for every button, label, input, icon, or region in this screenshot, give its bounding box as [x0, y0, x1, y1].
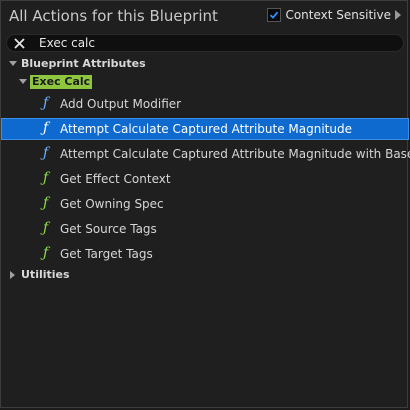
- search-box: [6, 34, 404, 52]
- chevron-right-icon[interactable]: [395, 10, 401, 20]
- category-row-blueprint-attributes[interactable]: Blueprint Attributes: [1, 56, 409, 72]
- category-label: Blueprint Attributes: [21, 57, 146, 70]
- action-menu-panel: All Actions for this Blueprint Context S…: [0, 0, 410, 408]
- list-item-label: Get Owning Spec: [60, 197, 164, 211]
- list-item[interactable]: ƒ Get Owning Spec: [1, 193, 409, 215]
- list-item-label: Attempt Calculate Captured Attribute Mag…: [60, 147, 410, 161]
- context-sensitive-checkbox[interactable]: [267, 8, 282, 22]
- function-icon: ƒ: [43, 220, 49, 236]
- function-icon: ƒ: [43, 95, 49, 111]
- close-icon[interactable]: [13, 37, 26, 50]
- checkmark-icon: [270, 11, 279, 19]
- action-menu-title: All Actions for this Blueprint: [9, 7, 218, 25]
- list-item-label: Add Output Modifier: [60, 97, 182, 111]
- caret-down-icon[interactable]: [19, 79, 27, 84]
- list-item[interactable]: ƒ Get Target Tags: [1, 243, 409, 265]
- subcategory-row-exec-calc[interactable]: Exec Calc: [1, 74, 409, 90]
- list-item[interactable]: ƒ Get Source Tags: [1, 218, 409, 240]
- subcategory-label: Exec Calc: [30, 75, 93, 89]
- function-icon: ƒ: [43, 145, 49, 161]
- list-item-label: Get Source Tags: [60, 222, 157, 236]
- list-item-selected[interactable]: ƒ Attempt Calculate Captured Attribute M…: [1, 118, 409, 140]
- category-label: Utilities: [21, 268, 70, 281]
- caret-right-icon[interactable]: [10, 271, 15, 279]
- category-row-utilities[interactable]: Utilities: [1, 267, 409, 283]
- context-sensitive-label: Context Sensitive: [285, 8, 391, 22]
- list-item-label: Attempt Calculate Captured Attribute Mag…: [60, 122, 352, 136]
- list-item-label: Get Target Tags: [60, 247, 153, 261]
- list-item[interactable]: ƒ Attempt Calculate Captured Attribute M…: [1, 143, 410, 165]
- context-sensitive-toggle[interactable]: Context Sensitive: [267, 8, 401, 22]
- list-item[interactable]: ƒ Get Effect Context: [1, 168, 409, 190]
- function-icon: ƒ: [43, 120, 49, 136]
- function-icon: ƒ: [43, 195, 49, 211]
- list-item-label: Get Effect Context: [60, 172, 171, 186]
- action-menu-header: All Actions for this Blueprint Context S…: [1, 1, 409, 33]
- function-icon: ƒ: [43, 170, 49, 186]
- search-input[interactable]: [39, 35, 389, 51]
- caret-down-icon[interactable]: [9, 61, 17, 66]
- list-item[interactable]: ƒ Add Output Modifier: [1, 93, 409, 115]
- function-icon: ƒ: [43, 245, 49, 261]
